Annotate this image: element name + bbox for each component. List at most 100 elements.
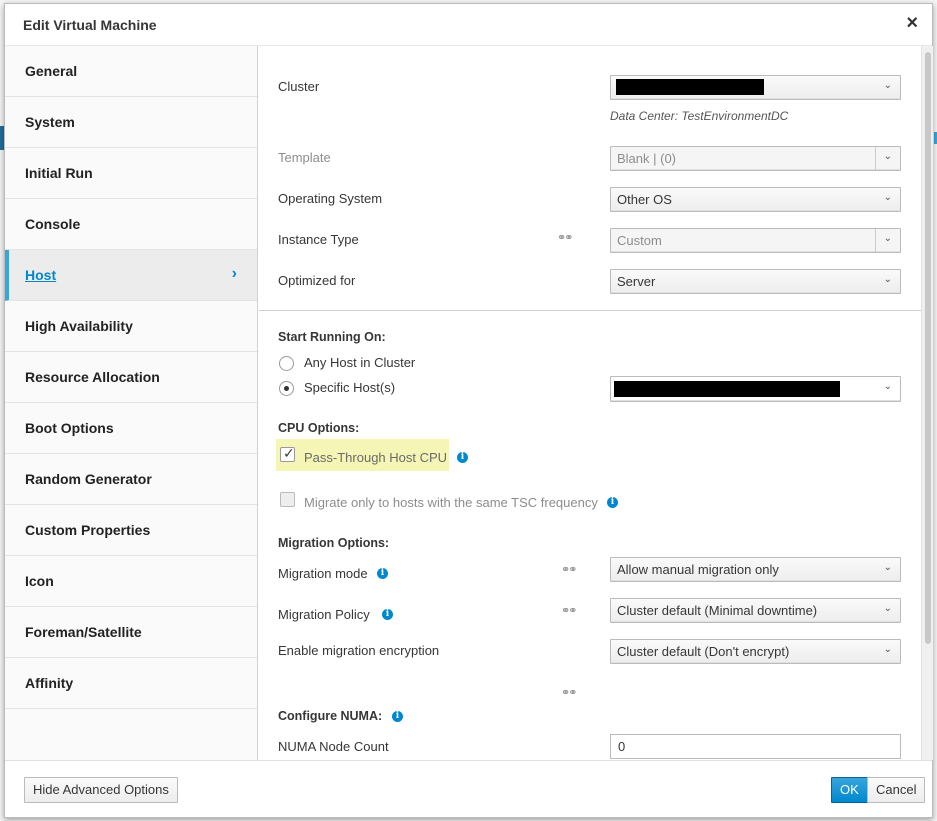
- migration-mode-value: Allow manual migration only: [617, 562, 779, 577]
- numa-node-count-input[interactable]: 0: [610, 734, 901, 759]
- chevron-down-icon: ⌄: [883, 151, 892, 162]
- sidebar-item-initial-run[interactable]: Initial Run: [5, 148, 257, 199]
- migration-mode-select[interactable]: Allow manual migration only ⌄: [610, 557, 901, 582]
- migrate-tsc-label: Migrate only to hosts with the same TSC …: [304, 495, 598, 510]
- chevron-down-icon: ⌄: [883, 603, 892, 614]
- sidebar-item-affinity[interactable]: Affinity: [5, 658, 257, 709]
- dialog-footer: Hide Advanced Options OK Cancel: [5, 760, 932, 817]
- hide-advanced-options-button[interactable]: Hide Advanced Options: [24, 777, 178, 803]
- migration-policy-select[interactable]: Cluster default (Minimal downtime) ⌄: [610, 598, 901, 623]
- any-host-radio[interactable]: [279, 356, 294, 371]
- chain-link-icon[interactable]: ⚭⚭: [561, 563, 578, 576]
- chevron-down-icon: ⌄: [883, 644, 892, 655]
- data-center-note: Data Center: TestEnvironmentDC: [610, 109, 789, 123]
- scroll-thumb[interactable]: [925, 52, 931, 644]
- any-host-label: Any Host in Cluster: [304, 355, 416, 370]
- sidebar-item-label: System: [25, 114, 75, 130]
- chain-link-icon[interactable]: ⚭⚭: [561, 604, 578, 617]
- edit-vm-dialog: Edit Virtual Machine × General System In…: [4, 3, 933, 818]
- sidebar: General System Initial Run Console Host ›…: [5, 46, 258, 760]
- specific-host-radio[interactable]: [279, 381, 294, 396]
- cpu-options-heading: CPU Options:: [278, 421, 360, 435]
- sidebar-item-label: Resource Allocation: [25, 369, 160, 385]
- migration-encryption-value: Cluster default (Don't encrypt): [617, 644, 790, 659]
- dialog-title: Edit Virtual Machine: [23, 17, 157, 33]
- optimized-for-label: Optimized for: [278, 273, 356, 288]
- migration-policy-value: Cluster default (Minimal downtime): [617, 603, 818, 618]
- migrate-tsc-checkbox: [280, 492, 295, 507]
- specific-host-select[interactable]: ⌄: [610, 376, 901, 402]
- sidebar-item-label: Custom Properties: [25, 522, 151, 538]
- sidebar-item-general[interactable]: General: [5, 46, 257, 97]
- chevron-down-icon: ⌄: [883, 562, 892, 573]
- sidebar-item-label: Foreman/Satellite: [25, 624, 142, 640]
- sidebar-item-resource-allocation[interactable]: Resource Allocation: [5, 352, 257, 403]
- migration-options-heading: Migration Options:: [278, 536, 390, 550]
- template-value: Blank | (0): [617, 151, 677, 166]
- sidebar-item-label: Host: [25, 267, 57, 283]
- chevron-down-icon: ⌄: [883, 274, 892, 285]
- sidebar-item-random-generator[interactable]: Random Generator: [5, 454, 257, 505]
- redacted-cluster-name: [616, 79, 764, 95]
- ok-button[interactable]: OK: [831, 777, 868, 803]
- os-label: Operating System: [278, 191, 383, 206]
- numa-heading: Configure NUMA:: [278, 709, 383, 723]
- chevron-down-icon: ⌄: [883, 80, 892, 91]
- cluster-select[interactable]: ⌄: [610, 75, 901, 100]
- chevron-down-icon: ⌄: [883, 192, 892, 203]
- chevron-right-icon: ›: [231, 265, 237, 282]
- sidebar-item-label: Boot Options: [25, 420, 114, 436]
- specific-host-label: Specific Host(s): [304, 380, 396, 395]
- close-icon[interactable]: ×: [906, 12, 918, 35]
- pass-through-cpu-label: Pass-Through Host CPU: [304, 450, 448, 465]
- sidebar-item-label: General: [25, 63, 78, 79]
- info-icon[interactable]: i: [457, 452, 468, 463]
- cluster-label: Cluster: [278, 79, 320, 94]
- section-divider: [259, 310, 922, 311]
- chevron-down-icon: ⌄: [883, 381, 892, 392]
- chain-link-icon[interactable]: ⚭⚭: [561, 686, 578, 699]
- info-icon[interactable]: i: [377, 568, 388, 579]
- migration-mode-label: Migration mode: [278, 566, 368, 581]
- dialog-header: Edit Virtual Machine ×: [5, 4, 932, 46]
- sidebar-item-label: High Availability: [25, 318, 133, 334]
- instance-type-select: Custom ⌄: [610, 228, 901, 253]
- sidebar-item-system[interactable]: System: [5, 97, 257, 148]
- instance-type-value: Custom: [617, 233, 662, 248]
- sidebar-item-label: Icon: [25, 573, 54, 589]
- optimized-for-value: Server: [617, 274, 656, 289]
- sidebar-item-label: Console: [25, 216, 81, 232]
- sidebar-item-host[interactable]: Host ›: [5, 250, 257, 301]
- sidebar-item-label: Affinity: [25, 675, 74, 691]
- info-icon[interactable]: i: [382, 609, 393, 620]
- migration-encryption-select[interactable]: Cluster default (Don't encrypt) ⌄: [610, 639, 901, 664]
- info-icon[interactable]: i: [392, 711, 403, 722]
- os-value: Other OS: [617, 192, 672, 207]
- chevron-down-icon: ⌄: [883, 233, 892, 244]
- optimized-for-select[interactable]: Server ⌄: [610, 269, 901, 294]
- pass-through-cpu-checkbox[interactable]: ✓: [280, 445, 295, 462]
- scrollbar[interactable]: [921, 46, 933, 760]
- sidebar-item-label: Random Generator: [25, 471, 152, 487]
- cancel-button[interactable]: Cancel: [867, 777, 926, 803]
- sidebar-item-icon[interactable]: Icon: [5, 556, 257, 607]
- chain-link-icon[interactable]: ⚭⚭: [557, 231, 574, 244]
- sidebar-item-boot-options[interactable]: Boot Options: [5, 403, 257, 454]
- migration-policy-label: Migration Policy: [278, 607, 370, 622]
- instance-type-label: Instance Type: [278, 232, 359, 247]
- start-running-heading: Start Running On:: [278, 330, 386, 344]
- redacted-host-name: [614, 381, 840, 397]
- sidebar-item-console[interactable]: Console: [5, 199, 257, 250]
- template-label: Template: [278, 150, 331, 165]
- check-icon: ✓: [283, 445, 295, 461]
- sidebar-item-custom-properties[interactable]: Custom Properties: [5, 505, 257, 556]
- template-select: Blank | (0) ⌄: [610, 146, 901, 171]
- sidebar-item-label: Initial Run: [25, 165, 93, 181]
- info-icon[interactable]: i: [607, 497, 618, 508]
- sidebar-item-high-availability[interactable]: High Availability: [5, 301, 257, 352]
- host-panel: Cluster ⌄ Data Center: TestEnvironmentDC…: [259, 46, 922, 760]
- sidebar-item-foreman-satellite[interactable]: Foreman/Satellite: [5, 607, 257, 658]
- os-select[interactable]: Other OS ⌄: [610, 187, 901, 212]
- numa-node-count-label: NUMA Node Count: [278, 739, 389, 754]
- migration-encryption-label: Enable migration encryption: [278, 643, 440, 658]
